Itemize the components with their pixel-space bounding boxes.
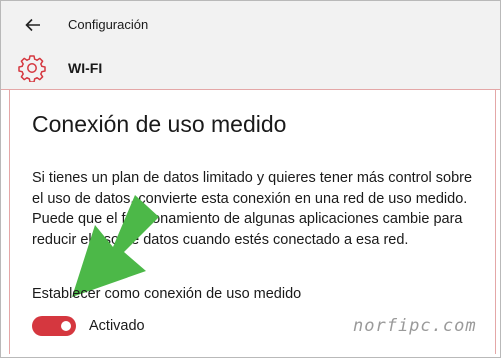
back-arrow-icon — [25, 18, 40, 32]
back-button[interactable] — [19, 13, 47, 37]
page-header: WI-FI — [1, 49, 500, 90]
metered-connection-toggle[interactable] — [32, 316, 76, 336]
toggle-state-label: Activado — [89, 318, 145, 334]
page-title: WI-FI — [68, 60, 103, 76]
app-title: Configuración — [68, 17, 149, 32]
title-bar: Configuración — [1, 1, 500, 49]
metered-connection-label: Establecer como conexión de uso medido — [32, 286, 302, 302]
settings-window: Configuración WI-FI Conexión de uso medi… — [0, 0, 501, 358]
toggle-knob — [61, 321, 71, 331]
watermark: norfipc.com — [353, 316, 477, 336]
gear-icon — [18, 55, 46, 82]
section-title: Conexión de uso medido — [32, 111, 287, 137]
